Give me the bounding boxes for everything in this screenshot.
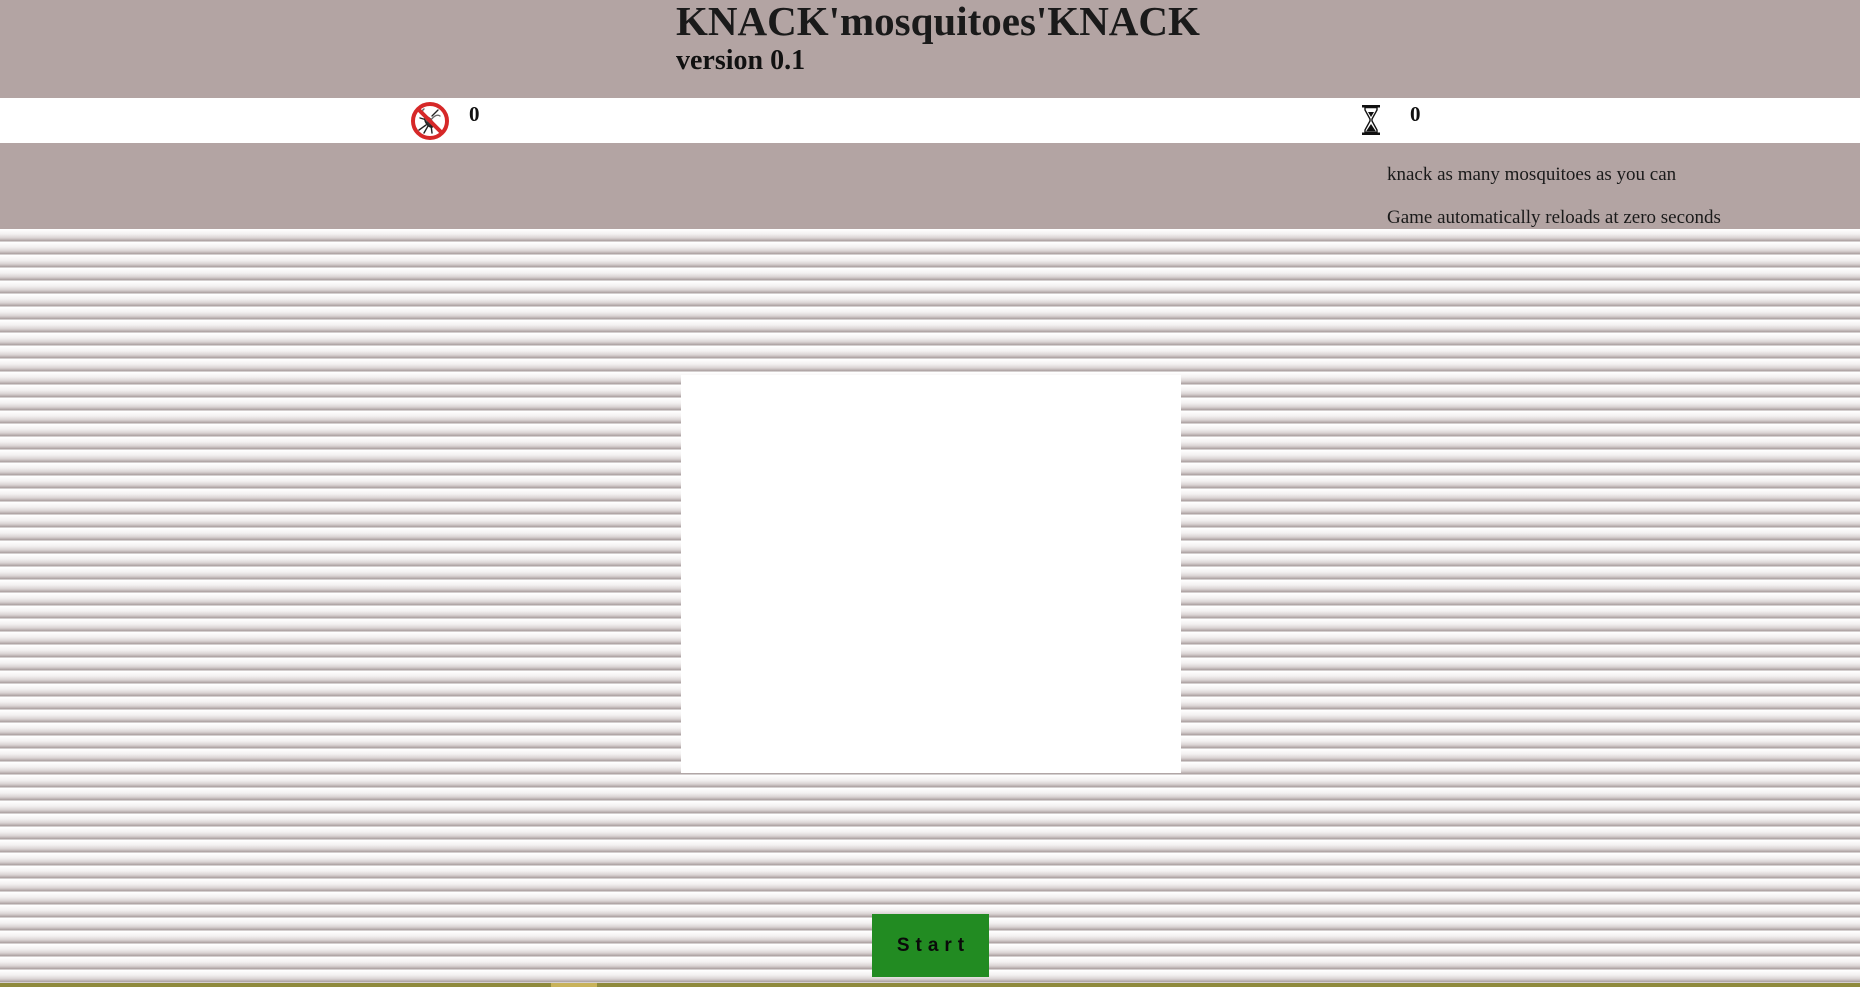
no-mosquito-icon [411,102,449,140]
bottom-edge-accent [551,983,597,987]
version-label: version 0.1 [676,45,806,76]
hourglass-icon [1362,105,1380,135]
game-title: KNACK'mosquitoes'KNACK [676,0,1200,44]
game-area[interactable] [681,375,1181,773]
status-bar [0,98,1860,143]
score-value: 0 [469,102,480,126]
instruction-text: knack as many mosquitoes as you can [1387,164,1677,185]
bottom-edge [0,983,1860,987]
timer-value: 0 [1410,102,1421,126]
reload-note: Game automatically reloads at zero secon… [1387,207,1721,228]
start-button[interactable]: Start [872,914,989,977]
